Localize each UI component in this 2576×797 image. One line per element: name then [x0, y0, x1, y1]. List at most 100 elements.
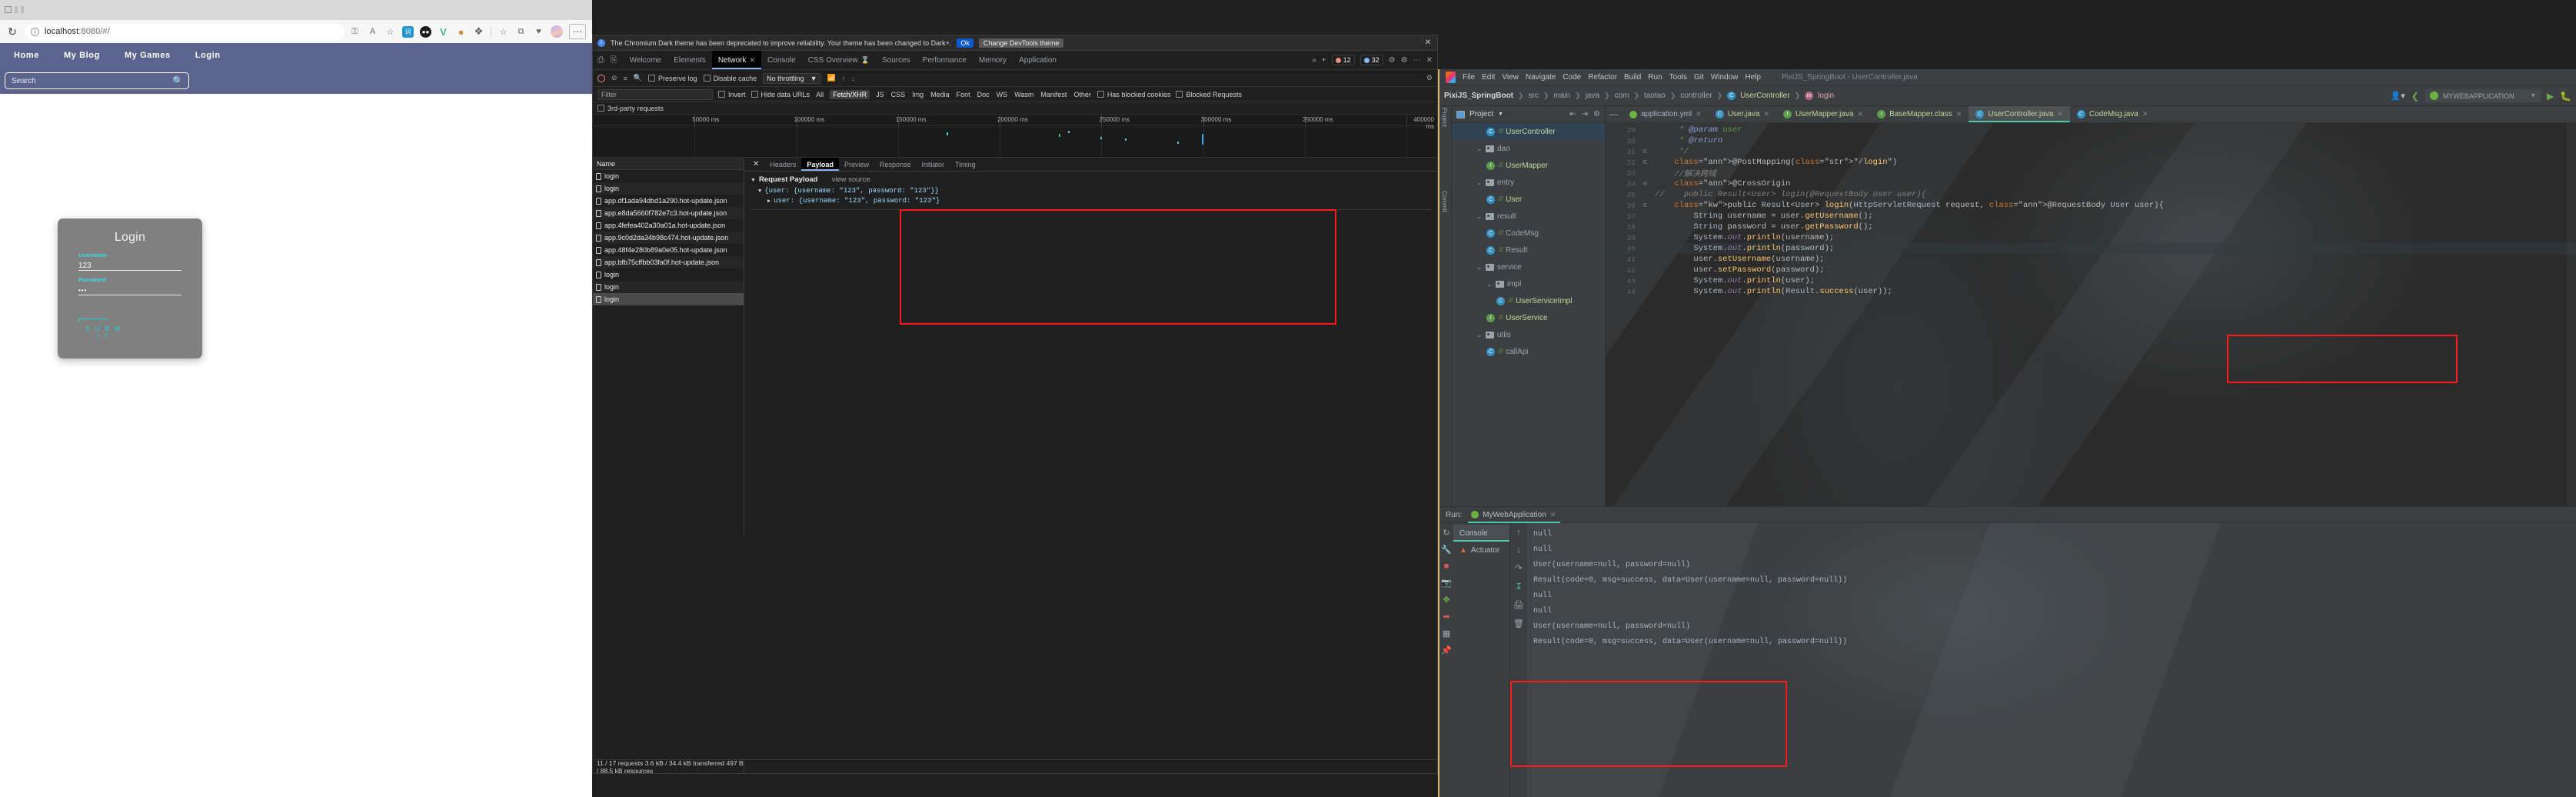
address-bar[interactable]: i localhost:8080/#/ — [25, 23, 344, 40]
search-icon[interactable]: 🔍 — [634, 74, 642, 82]
run-configuration-tab[interactable]: MyWebApplication ✕ — [1468, 506, 1561, 523]
breadcrumb-com[interactable]: com — [1615, 92, 1629, 100]
expand-all-icon[interactable]: ⇤ — [1569, 110, 1576, 118]
project-tree-item[interactable]: ⌄ impl — [1452, 275, 1605, 292]
close-icon[interactable]: ✕ — [747, 158, 764, 171]
code-line[interactable]: 32 ⊟ class="ann">@PostMapping(class="str"… — [1606, 157, 2576, 168]
menu-help[interactable]: Help — [1745, 73, 1761, 82]
scroll-to-end-icon[interactable]: ↧ — [1515, 582, 1522, 592]
close-icon[interactable]: ✕ — [750, 56, 756, 65]
filter-type-fetch-xhr[interactable]: Fetch/XHR — [830, 89, 870, 99]
request-row[interactable]: app.9c0d2da34b98c474.hot-update.json — [593, 232, 744, 244]
filter-type-ws[interactable]: WS — [996, 91, 1009, 98]
exit-icon[interactable]: ➡ — [1443, 612, 1449, 622]
detail-tab-preview[interactable]: Preview — [839, 158, 874, 171]
info-icon[interactable]: i — [31, 27, 39, 36]
chevron-down-icon[interactable]: ▼ — [758, 188, 761, 195]
split-screen-icon[interactable]: ⧉ — [515, 26, 527, 38]
breadcrumb-usercontroller[interactable]: UserController — [1740, 92, 1789, 100]
gear-icon[interactable]: ⚙ — [1593, 110, 1600, 118]
run-configuration-select[interactable]: MYWEBAPPLICATION ▼ — [2425, 89, 2541, 102]
detail-tab-timing[interactable]: Timing — [950, 158, 981, 171]
more-options-icon[interactable]: ⋯ — [569, 24, 586, 39]
add-tab-icon[interactable]: + — [1322, 56, 1326, 65]
fold-marker[interactable]: ⊟ — [1641, 202, 1649, 209]
request-row[interactable]: app.df1ada94dbd1a290.hot-update.json — [593, 195, 744, 207]
tab-css-overview[interactable]: CSS Overview ⌛ — [802, 51, 876, 69]
layout-icon[interactable]: ▦ — [1443, 629, 1450, 639]
project-tree-item[interactable]: C ⚿ UserServiceImpl — [1452, 292, 1605, 309]
tab-application[interactable]: Application — [1013, 51, 1063, 69]
editor-tab[interactable]: I UserMapper.java ✕ — [1776, 106, 1870, 122]
close-icon[interactable]: ✕ — [1858, 110, 1864, 118]
browser-tab-strip[interactable] — [0, 0, 592, 20]
filter-type-all[interactable]: All — [815, 91, 824, 98]
soft-wrap-icon[interactable]: ↷ — [1515, 563, 1522, 573]
hide-data-urls-checkbox[interactable]: Hide data URLs — [751, 91, 810, 98]
record-icon[interactable] — [597, 74, 605, 82]
run-icon[interactable]: ▶ — [2547, 91, 2554, 102]
request-row[interactable]: app.bfb75cffbb03fa0f.hot-update.json — [593, 256, 744, 268]
project-tree-item[interactable]: ⌄ entry — [1452, 174, 1605, 191]
request-row[interactable]: login — [593, 293, 744, 305]
extension-vue-devtools-icon[interactable]: V — [438, 26, 449, 38]
read-aloud-icon[interactable]: A — [367, 26, 378, 38]
project-tree-item[interactable]: ⌄ service — [1452, 258, 1605, 275]
chevron-down-icon[interactable]: ▼ — [751, 178, 756, 183]
debug-icon[interactable]: 🐛 — [2560, 91, 2571, 102]
code-line[interactable]: 38 String password = user.getPassword(); — [1606, 222, 2576, 232]
project-tree-item[interactable]: C ⚿ User — [1452, 191, 1605, 208]
third-party-requests-checkbox[interactable]: 3rd-party requests — [597, 105, 664, 112]
code-line[interactable]: 37 String username = user.getUsername(); — [1606, 211, 2576, 222]
view-source-link[interactable]: view source — [832, 175, 870, 184]
request-row[interactable]: app.e8da5660f782e7c3.hot-update.json — [593, 207, 744, 219]
breadcrumb-project[interactable]: PixiJS_SpringBoot — [1444, 92, 1513, 100]
network-overview-timeline[interactable]: 50000 ms 100000 ms 150000 ms 200000 ms 25000… — [593, 115, 1437, 158]
tab-console[interactable]: Console — [1453, 525, 1509, 542]
request-row[interactable]: app.48f4e280b89a0e05.hot-update.json — [593, 244, 744, 256]
tab-sources[interactable]: Sources — [876, 51, 917, 69]
code-line[interactable]: 42 user.setPassword(password); — [1606, 265, 2576, 275]
menu-tools[interactable]: Tools — [1669, 73, 1687, 82]
menu-refactor[interactable]: Refactor — [1588, 73, 1617, 82]
import-har-icon[interactable]: ↑ — [842, 75, 846, 82]
error-count-badge[interactable]: 12 — [1331, 55, 1355, 65]
filter-type-font[interactable]: Font — [956, 91, 971, 98]
tab-welcome[interactable]: Welcome — [624, 51, 668, 69]
profile-avatar[interactable] — [551, 25, 563, 38]
tab-performance[interactable]: Performance — [917, 51, 973, 69]
project-tree-item[interactable]: I ⚿ UserService — [1452, 309, 1605, 326]
filter-type-wasm[interactable]: Wasm — [1013, 91, 1034, 98]
menu-code[interactable]: Code — [1563, 73, 1581, 82]
editor-tab[interactable]: C CodeMsg.java ✕ — [2070, 106, 2155, 122]
tab-network[interactable]: Network ✕ — [711, 51, 762, 69]
breadcrumb-java[interactable]: java — [1586, 92, 1599, 100]
close-icon[interactable]: ✕ — [1763, 110, 1769, 118]
thread-dump-icon[interactable]: ✥ — [1443, 595, 1449, 605]
submit-button[interactable]: S U B M I T — [78, 323, 122, 340]
code-line[interactable]: 31 ⊟ */ — [1606, 146, 2576, 157]
filter-type-doc[interactable]: Doc — [977, 91, 990, 98]
chevron-down-icon[interactable]: ⌄ — [1476, 213, 1483, 220]
project-tree-item[interactable]: C ⚿ callApi — [1452, 343, 1605, 360]
close-icon[interactable]: ✕ — [1550, 511, 1556, 519]
inspect-element-icon[interactable]: ⎙ — [597, 55, 604, 65]
gear-icon[interactable]: ⚙ — [1426, 74, 1433, 82]
filter-type-other[interactable]: Other — [1073, 91, 1092, 98]
profile-icon[interactable]: 👤▾ — [2391, 91, 2405, 101]
chevron-right-icon[interactable]: ▶ — [767, 198, 770, 205]
project-tree-item[interactable]: ⌄ dao — [1452, 140, 1605, 157]
tab-elements[interactable]: Elements — [667, 51, 712, 69]
close-icon[interactable]: ✕ — [1956, 110, 1962, 118]
print-icon[interactable]: 🖨 — [1513, 600, 1524, 610]
search-input[interactable]: Search 🔍 — [5, 72, 189, 89]
filter-type-manifest[interactable]: Manifest — [1040, 91, 1067, 98]
filter-type-css[interactable]: CSS — [890, 91, 907, 98]
fold-marker[interactable]: ⊟ — [1641, 148, 1649, 155]
filter-type-media[interactable]: Media — [930, 91, 950, 98]
menu-git[interactable]: Git — [1694, 73, 1704, 82]
clear-icon[interactable]: ⊘ — [611, 74, 617, 82]
editor-tab[interactable]: C UserController.java ✕ — [1969, 106, 2070, 122]
code-line[interactable]: 35 // public Result<User> login(@RequestB… — [1606, 189, 2576, 200]
camera-icon[interactable]: 📷 — [1441, 578, 1452, 588]
